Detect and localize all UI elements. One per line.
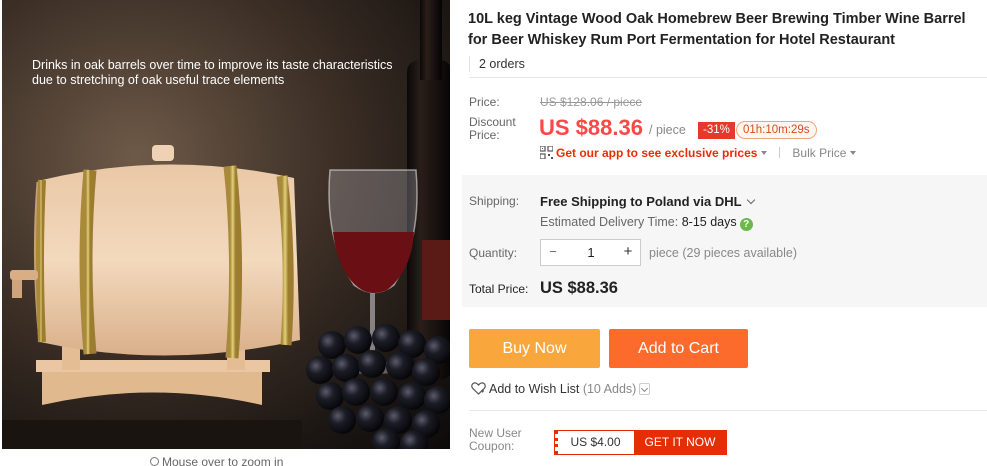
orders-count[interactable]: 2 orders xyxy=(469,52,987,78)
available-stock: piece (29 pieces available) xyxy=(649,246,798,260)
shipping-label: Shipping: xyxy=(469,194,520,208)
add-to-cart-button[interactable]: Add to Cart xyxy=(609,329,748,368)
app-price-link[interactable]: Get our app to see exclusive prices xyxy=(556,146,757,160)
coupon-amount: US $4.00 xyxy=(555,431,633,454)
discount-price-label: Discount Price: xyxy=(469,115,516,142)
chevron-down-icon xyxy=(746,195,755,205)
chevron-down-icon[interactable] xyxy=(639,383,651,395)
heart-icon xyxy=(471,382,486,395)
buy-now-button[interactable]: Buy Now xyxy=(469,329,600,368)
chevron-down-icon xyxy=(761,151,768,155)
coupon-label: New User Coupon: xyxy=(469,426,522,453)
zoom-hint-text: Mouse over to zoom in xyxy=(162,455,284,466)
bulk-price-dropdown[interactable]: Bulk Price xyxy=(792,146,846,160)
qr-code-icon xyxy=(540,146,553,159)
total-price: US $88.36 xyxy=(540,279,618,297)
quantity-label: Quantity: xyxy=(469,246,518,260)
quantity-decrease-button[interactable]: − xyxy=(541,240,565,265)
delivery-estimate: Estimated Delivery Time: 8-15 days? xyxy=(540,215,753,231)
magnifier-icon xyxy=(150,457,159,466)
question-mark-icon[interactable]: ? xyxy=(739,218,753,231)
shipping-selector[interactable]: Free Shipping to Poland via DHL xyxy=(540,194,755,209)
product-detail: 10L keg Vintage Wood Oak Homebrew Beer B… xyxy=(462,0,987,466)
quantity-input[interactable]: 1 xyxy=(565,240,617,265)
countdown-timer: 01h:10m:29s xyxy=(736,121,817,139)
divider xyxy=(469,410,987,411)
divider xyxy=(779,147,781,158)
original-price: US $128.06 / piece xyxy=(540,95,643,109)
new-user-coupon: US $4.00 GET IT NOW xyxy=(554,430,727,455)
discount-badge: -31% xyxy=(698,122,735,139)
wish-count: (10 Adds) xyxy=(582,382,637,396)
delivery-label: Estimated Delivery Time: xyxy=(540,215,679,229)
per-piece-unit: / piece xyxy=(649,123,686,137)
delivery-days: 8-15 days xyxy=(681,215,737,229)
quantity-stepper: − 1 + xyxy=(540,239,641,266)
image-caption: Drinks in oak barrels over time to impro… xyxy=(32,58,393,87)
wish-list-row[interactable]: Add to Wish List (10 Adds) xyxy=(471,382,651,396)
quantity-increase-button[interactable]: + xyxy=(616,240,640,265)
discount-price: US $88.36 xyxy=(539,115,643,140)
zoom-hint: Mouse over to zoom in xyxy=(150,455,283,466)
get-coupon-button[interactable]: GET IT NOW xyxy=(634,431,726,454)
product-image[interactable]: Drinks in oak barrels over time to impro… xyxy=(2,0,450,449)
app-promo-row: Get our app to see exclusive prices Bulk … xyxy=(540,146,857,160)
price-label: Price: xyxy=(469,95,500,109)
free-shipping-text: Free Shipping to xyxy=(540,194,643,209)
chevron-down-icon xyxy=(850,151,857,155)
total-price-label: Total Price: xyxy=(469,282,529,296)
product-gallery: Drinks in oak barrels over time to impro… xyxy=(0,0,452,466)
product-title: 10L keg Vintage Wood Oak Homebrew Beer B… xyxy=(468,11,966,48)
wish-list-label: Add to Wish List xyxy=(489,382,580,396)
shipping-destination: Poland via DHL xyxy=(646,194,742,209)
